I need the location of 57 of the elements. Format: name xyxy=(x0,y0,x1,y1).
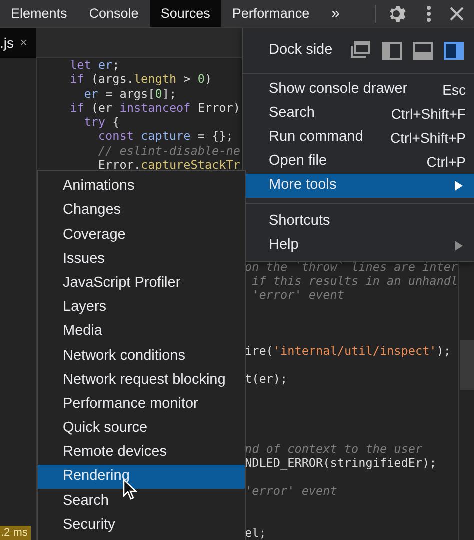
menu-item[interactable]: Quick source xyxy=(38,416,245,442)
code-line: // eslint-disable-ne xyxy=(97,144,240,158)
menu-item[interactable]: Show console drawer Esc xyxy=(243,78,474,102)
shortcut-label: Ctrl+P xyxy=(426,152,466,172)
code-line: if this results in an unhandl xyxy=(251,274,458,288)
gear-icon xyxy=(388,4,408,24)
code-line: nd of context to the user xyxy=(245,442,423,456)
menu-item[interactable]: Rendering xyxy=(38,465,245,490)
code-line: on the `throw` lines are inter xyxy=(245,260,458,274)
code-line: let er; xyxy=(70,58,120,72)
kebab-menu-icon xyxy=(426,4,432,22)
tab[interactable]: Elements xyxy=(0,0,78,27)
code-line: el; xyxy=(245,526,266,540)
dock-side-label: Dock side xyxy=(269,40,334,60)
file-tab[interactable]: .js × xyxy=(0,28,36,58)
menu-item[interactable]: Help xyxy=(243,234,474,258)
code-line: ire('internal/util/inspect'); xyxy=(245,344,451,358)
close-tab-button[interactable]: × xyxy=(20,33,28,53)
shortcut-label: Esc xyxy=(442,80,466,100)
code-line: t(er); xyxy=(245,372,288,386)
menu-item[interactable]: Shortcuts xyxy=(243,210,474,234)
menu-item[interactable]: Media xyxy=(38,320,245,344)
more-tabs-button[interactable]: » xyxy=(320,0,351,27)
menu-item[interactable]: Open file Ctrl+P xyxy=(243,150,474,174)
tab[interactable]: Console xyxy=(78,0,150,27)
menu-item[interactable]: More tools xyxy=(243,174,474,198)
code-line: if (args.length > 0) xyxy=(70,72,212,87)
menu-item[interactable]: Network request blocking xyxy=(38,368,245,393)
scrollbar[interactable] xyxy=(458,262,474,540)
menu-item[interactable]: Security xyxy=(38,514,245,538)
menu-item[interactable]: Layers xyxy=(38,296,245,320)
tab[interactable]: Performance xyxy=(221,0,321,27)
close-icon xyxy=(450,6,464,20)
code-line: const capture = {}; xyxy=(97,129,234,144)
menu-item[interactable]: Performance monitor xyxy=(38,392,245,417)
code-line: 'error' event xyxy=(251,288,344,302)
menu-item[interactable]: Coverage xyxy=(38,223,245,248)
timing-badge: .2 ms xyxy=(0,526,31,540)
code-line: Error.captureStackTr xyxy=(97,158,240,172)
code-line: NDLED_ERROR(stringifiedEr); xyxy=(245,456,437,470)
code-line: try { xyxy=(83,115,120,130)
menu-item[interactable]: Network conditions xyxy=(38,344,245,368)
menu-item[interactable]: Animations xyxy=(38,175,245,200)
shortcut-label: Ctrl+Shift+P xyxy=(390,128,466,148)
menu-item[interactable]: Search xyxy=(38,489,245,514)
menu-item[interactable]: Remote devices xyxy=(38,441,245,466)
code-line: if (er instanceof Error) xyxy=(70,100,240,116)
menu-item[interactable]: Issues xyxy=(38,248,245,272)
file-tab-label[interactable]: .js xyxy=(0,32,14,54)
menu-item[interactable]: JavaScript Profiler xyxy=(38,272,245,296)
menu-item[interactable]: Changes xyxy=(38,199,245,224)
code-line: er = args[0]; xyxy=(83,86,177,101)
code-line: 'error' event xyxy=(245,484,338,498)
tab[interactable]: Sources xyxy=(150,0,222,27)
shortcut-label: Ctrl+Shift+F xyxy=(391,104,466,124)
menu-item[interactable]: Search Ctrl+Shift+F xyxy=(243,102,474,126)
menu-item[interactable]: Run command Ctrl+Shift+P xyxy=(243,126,474,150)
